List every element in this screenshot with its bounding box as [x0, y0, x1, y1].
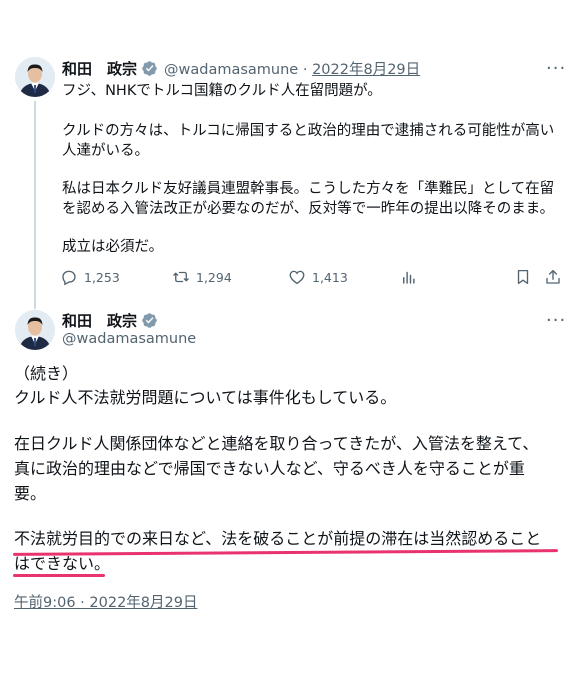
author-name[interactable]: 和田 政宗	[62, 310, 137, 331]
reply-icon	[62, 270, 76, 286]
like-count: 1,413	[312, 269, 348, 285]
highlight-underline	[13, 574, 105, 577]
retweet-button[interactable]: 1,294	[172, 268, 232, 286]
tweet2-text-line: 要。	[14, 484, 47, 503]
avatar[interactable]	[15, 310, 55, 350]
tweet2-header: 和田 政宗	[62, 310, 158, 331]
tweet2-text-line: （続き）	[14, 364, 79, 383]
share-button[interactable]	[544, 268, 562, 286]
tweet2-text-line: 不法就労目的での来日など、法を破ることが前提の滞在は当然認めること	[14, 529, 542, 548]
reply-button[interactable]: 1,253	[60, 268, 120, 286]
tweet1-text-line: 私は日本クルド友好議員連盟幹事長。こうした方々を「準難民」として在留	[62, 181, 555, 197]
tweet-date-link[interactable]: 2022年8月29日	[312, 62, 420, 78]
avatar-image	[15, 310, 55, 350]
tweet2-text-line: 在日クルド人関係団体などと連絡を取り合ってきたが、入管法を整えて、	[14, 434, 539, 453]
tweet1-text-line: フジ、NHKでトルコ国籍のクルド人在留問題が。	[62, 83, 382, 99]
reply-count: 1,253	[84, 269, 120, 285]
retweet-count: 1,294	[196, 269, 232, 285]
verified-badge-icon[interactable]	[141, 312, 158, 329]
avatar[interactable]	[15, 57, 55, 97]
verified-badge-icon[interactable]	[141, 60, 158, 77]
bookmark-icon	[517, 269, 529, 285]
like-button[interactable]: 1,413	[288, 268, 348, 286]
views-button[interactable]	[400, 268, 418, 286]
tweet2-text-line: クルド人不法就労問題については事件化もしている。	[14, 388, 397, 407]
tweet1-text-line: 成立は必須だ。	[62, 239, 164, 255]
avatar-image	[15, 57, 55, 97]
more-icon[interactable]: ···	[546, 312, 566, 330]
author-name[interactable]: 和田 政宗	[62, 58, 137, 79]
retweet-icon	[173, 271, 189, 283]
like-icon	[289, 270, 305, 285]
tweet2-text-line: 真に政治的理由などで帰国できない人など、守るべき人を守ることが重	[14, 459, 525, 478]
tweet-timestamp[interactable]: 午前9:06 · 2022年8月29日	[14, 591, 197, 612]
separator: ·	[302, 62, 308, 78]
views-icon	[403, 271, 415, 284]
more-icon[interactable]: ···	[546, 60, 566, 78]
tweet1-header: 和田 政宗 @wadamasamune · 2022年8月29日	[62, 58, 420, 79]
thread-line	[34, 101, 36, 309]
author-handle[interactable]: @wadamasamune	[164, 62, 298, 78]
bookmark-button[interactable]	[514, 268, 532, 286]
author-handle[interactable]: @wadamasamune	[62, 331, 196, 347]
tweet1-text-line: クルドの方々は、トルコに帰国すると政治的理由で逮捕される可能性が高い	[62, 123, 555, 139]
tweet1-text-line: を認める入管法改正が必要なのだが、反対等で一昨年の提出以降そのまま。	[62, 201, 555, 217]
tweet1-text-line: 人達がいる。	[62, 143, 149, 159]
share-icon	[546, 269, 560, 284]
